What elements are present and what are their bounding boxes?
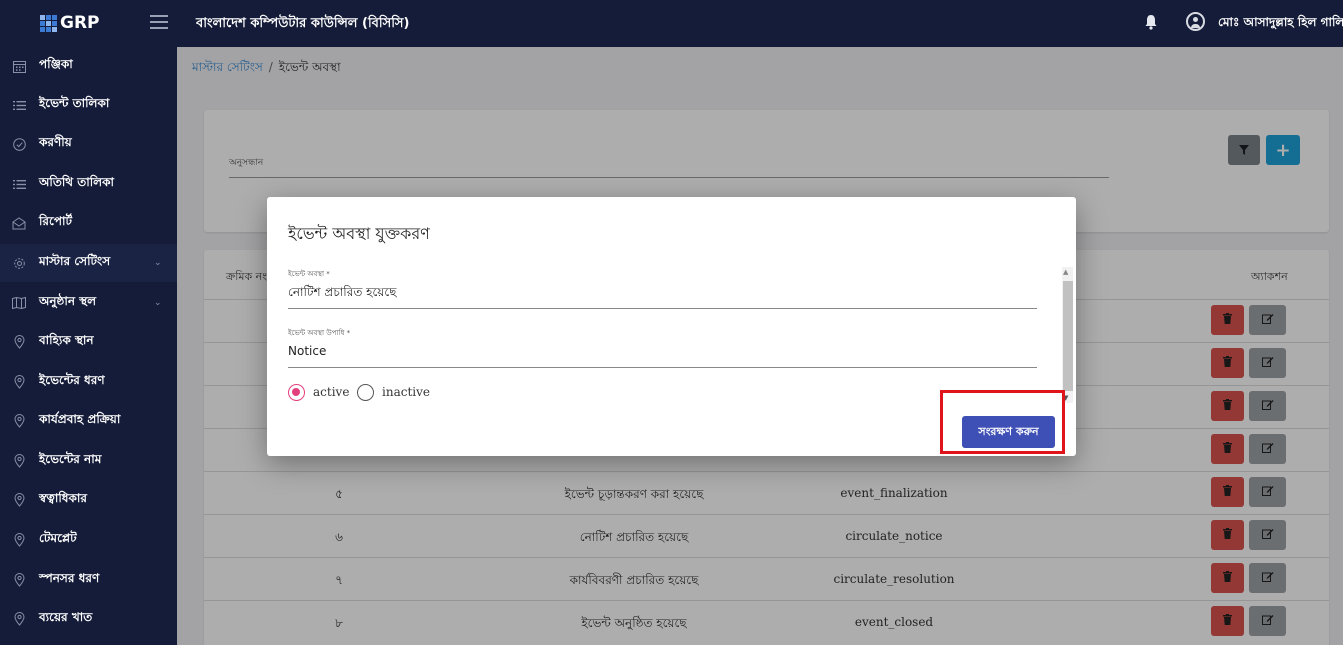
sidebar-item-label: করণীয় — [39, 135, 72, 149]
event-status-title-input[interactable]: Notice — [288, 344, 326, 358]
event-status-underline — [288, 308, 1037, 309]
gear-icon — [12, 256, 26, 270]
sidebar-item-label: বাহ্যিক স্থান — [39, 333, 94, 347]
sidebar-item-report[interactable]: রিপোর্ট — [0, 204, 177, 242]
radio-active-label[interactable]: active — [313, 385, 349, 399]
sidebar-item-calendar[interactable]: পঞ্জিকা — [0, 47, 177, 85]
sidebar-item-expense-head[interactable]: ব্যয়ের খাত — [0, 600, 177, 638]
sidebar-item-label: ইভেন্টের ধরণ — [39, 373, 105, 387]
sidebar-item-label: ইভেন্ট তালিকা — [39, 96, 110, 110]
user-name[interactable]: মোঃ আসাদুল্লাহ হিল গালিব — [1218, 14, 1343, 34]
report-icon — [12, 216, 26, 230]
sidebar-item-label: টেমপ্লেট — [39, 531, 77, 545]
event-status-input[interactable]: নোটিশ প্রচারিত হয়েছে — [288, 284, 396, 304]
map-icon — [12, 296, 26, 310]
sidebar-item-label: ইভেন্টের নাম — [39, 452, 102, 466]
check-circle-icon — [12, 137, 26, 151]
calendar-icon — [12, 59, 26, 73]
chevron-down-icon: ⌄ — [154, 298, 162, 308]
scroll-up-arrow-icon[interactable]: ▲ — [1063, 268, 1068, 276]
user-avatar-icon[interactable] — [1186, 12, 1205, 31]
logo-mark — [40, 15, 58, 32]
sidebar-item-external-place[interactable]: বাহ্যিক স্থান — [0, 323, 177, 361]
sidebar-item-label: অতিথি তালিকা — [39, 175, 114, 189]
notification-bell-icon[interactable] — [1144, 14, 1158, 30]
sidebar-item-label: ব্যয়ের খাত — [39, 610, 93, 624]
logo-text: GRP — [60, 13, 100, 33]
location-pin-icon — [12, 612, 26, 626]
location-pin-icon — [12, 335, 26, 349]
dialog-title: ইভেন্ট অবস্থা যুক্তকরণ — [288, 224, 430, 243]
location-pin-icon — [12, 573, 26, 587]
list-icon — [12, 177, 26, 191]
sidebar-item-label: মাস্টার সেটিংস — [39, 254, 111, 268]
sidebar-item-label: স্বত্বাধিকার — [39, 491, 87, 505]
radio-active[interactable] — [288, 384, 305, 401]
sidebar-item-label: কার্যপ্রবাহ প্রক্রিয়া — [39, 412, 121, 426]
event-status-label: ইভেন্ট অবস্থা * — [288, 270, 330, 278]
location-pin-icon — [12, 414, 26, 428]
sidebar-item-sponsor-type[interactable]: স্পনসর ধরণ — [0, 561, 177, 599]
location-pin-icon — [12, 375, 26, 389]
sidebar-item-label: স্পনসর ধরণ — [39, 571, 100, 585]
sidebar-item-event-list[interactable]: ইভেন্ট তালিকা — [0, 86, 177, 124]
radio-inactive-label[interactable]: inactive — [382, 385, 430, 399]
sidebar-item-event-type[interactable]: ইভেন্টের ধরণ — [0, 363, 177, 401]
menu-toggle-icon[interactable] — [150, 15, 168, 29]
chevron-down-icon: ⌄ — [154, 258, 162, 268]
app-logo[interactable]: GRP — [40, 10, 100, 36]
location-pin-icon — [12, 533, 26, 547]
sidebar-item-label: অনুষ্ঠান স্থল — [39, 294, 97, 308]
app-title: বাংলাদেশ কম্পিউটার কাউন্সিল (বিসিসি) — [196, 16, 410, 31]
list-icon — [12, 98, 26, 112]
top-header: GRP বাংলাদেশ কম্পিউটার কাউন্সিল (বিসিসি)… — [0, 0, 1343, 47]
sidebar-item-guest-list[interactable]: অতিথি তালিকা — [0, 165, 177, 203]
sidebar-item-label: পঞ্জিকা — [39, 57, 73, 71]
event-status-title-label: ইভেন্ট অবস্থা উপাধি * — [288, 329, 351, 337]
location-pin-icon — [12, 493, 26, 507]
sidebar-item-event-name[interactable]: ইভেন্টের নাম — [0, 442, 177, 480]
location-pin-icon — [12, 454, 26, 468]
sidebar-item-workflow[interactable]: কার্যপ্রবাহ প্রক্রিয়া — [0, 402, 177, 440]
sidebar-item-label: রিপোর্ট — [39, 214, 73, 228]
sidebar-item-ownership[interactable]: স্বত্বাধিকার — [0, 481, 177, 519]
highlight-box — [940, 390, 1065, 454]
sidebar-item-todo[interactable]: করণীয় — [0, 125, 177, 163]
radio-inactive[interactable] — [357, 384, 374, 401]
sidebar: পঞ্জিকা ইভেন্ট তালিকা করণীয় অতিথি তালিক… — [0, 47, 177, 645]
dialog-scrollbar-thumb[interactable] — [1063, 281, 1073, 391]
sidebar-item-venue[interactable]: অনুষ্ঠান স্থল ⌄ — [0, 284, 177, 322]
event-status-title-underline — [288, 367, 1037, 368]
sidebar-item-master-settings[interactable]: মাস্টার সেটিংস ⌄ — [0, 244, 177, 282]
sidebar-item-template[interactable]: টেমপ্লেট — [0, 521, 177, 559]
